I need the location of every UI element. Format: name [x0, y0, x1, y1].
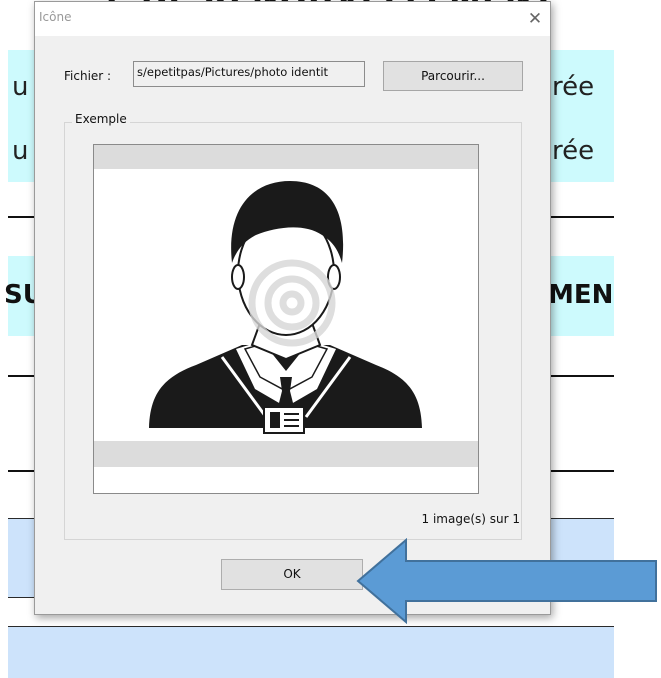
dialog-titlebar[interactable]: Icône ✕: [35, 2, 550, 36]
preview-image: [93, 144, 479, 494]
ok-button[interactable]: OK: [221, 559, 363, 590]
file-label: Fichier :: [64, 69, 112, 83]
row2-left-text: u: [12, 136, 29, 166]
row2-right-text: rée: [552, 136, 595, 166]
close-icon[interactable]: ✕: [524, 8, 546, 30]
row1-left-text: u: [12, 72, 29, 102]
table-row: [8, 627, 614, 678]
dialog-title: Icône: [39, 10, 72, 24]
blue-arrow-pointing-left: [356, 538, 657, 624]
image-count: 1 image(s) sur 1: [421, 512, 521, 526]
heading-right-text: MEN: [548, 280, 614, 310]
file-path-field[interactable]: s/epetitpas/Pictures/photo identit: [133, 61, 365, 87]
browse-button[interactable]: Parcourir...: [383, 61, 523, 91]
example-group-label: Exemple: [72, 112, 130, 126]
icon-dialog: Icône ✕ Fichier : s/epetitpas/Pictures/p…: [34, 1, 551, 615]
person-silhouette-icon: [94, 145, 478, 467]
row1-right-text: rée: [552, 72, 595, 102]
